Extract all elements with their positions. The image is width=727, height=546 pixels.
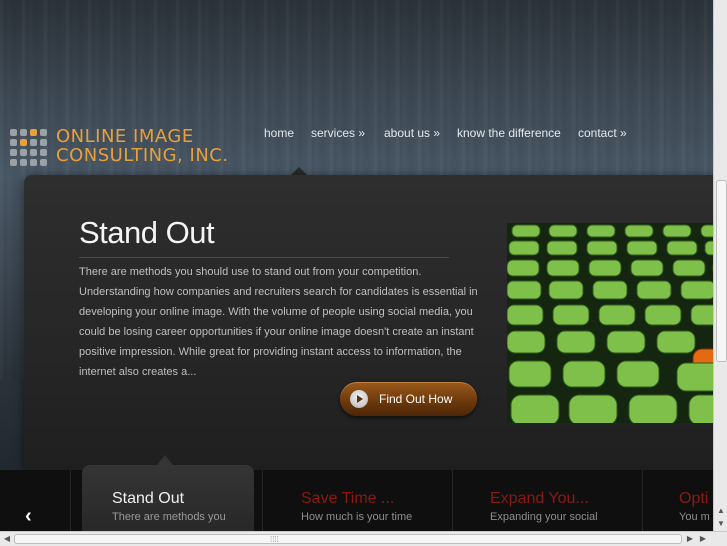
logo-line-2: CONSULTING, INC. — [56, 145, 229, 166]
scroll-left-icon[interactable]: ◀ — [1, 533, 13, 545]
stadium-seats-illustration — [507, 223, 727, 423]
play-icon — [350, 390, 368, 408]
slider-tab-text: Expanding your social — [490, 511, 598, 523]
nav-home[interactable]: home — [264, 126, 294, 140]
title-divider — [79, 257, 449, 258]
dot-grid-logo-icon — [10, 129, 48, 167]
slider-tab-text: How much is your time — [301, 511, 413, 523]
horizontal-scroll-thumb[interactable] — [14, 534, 682, 544]
feature-body: There are methods you should use to stan… — [79, 266, 478, 378]
find-out-how-button[interactable]: Find Out How — [340, 382, 477, 416]
vertical-scrollbar[interactable]: ▲ ▼ — [713, 0, 727, 531]
slider-tab-text: There are methods you — [112, 511, 226, 523]
nav-services[interactable]: services » — [311, 126, 365, 140]
slider-tab-text: You m — [679, 511, 710, 523]
find-out-how-label: Find Out How — [379, 392, 453, 406]
nav-know-the-difference[interactable]: know the difference — [457, 126, 561, 140]
slider-prev-cell — [0, 470, 70, 532]
logo-text: ONLINE IMAGE CONSULTING, INC. — [56, 127, 229, 165]
nav-contact[interactable]: contact » — [578, 126, 627, 140]
feature-panel: Stand Out There are methods you should u… — [24, 175, 727, 470]
active-tab-pointer — [157, 455, 173, 465]
logo-line-1: ONLINE IMAGE — [56, 126, 194, 147]
slider-tab-title[interactable]: Stand Out — [112, 490, 184, 508]
scroll-right-icon[interactable]: ▶ — [684, 533, 696, 545]
scroll-down-icon[interactable]: ▼ — [715, 518, 727, 530]
nav-about-us[interactable]: about us » — [384, 126, 440, 140]
horizontal-scrollbar[interactable]: ◀ ⁞⁞⁞⁞ ▶ ▶ — [0, 531, 727, 546]
chevron-left-icon[interactable]: ‹ — [25, 505, 32, 528]
slider-tab-title[interactable]: Save Time ... — [301, 490, 394, 508]
scroll-grip-icon: ⁞⁞⁞⁞ — [270, 535, 279, 544]
feature-title: Stand Out — [79, 215, 215, 250]
slider-tab-title[interactable]: Expand You... — [490, 490, 589, 508]
site-logo[interactable]: ONLINE IMAGE CONSULTING, INC. — [10, 127, 250, 167]
scroll-right-end-icon[interactable]: ▶ — [697, 533, 709, 545]
stadium-seats-image — [507, 223, 727, 423]
vertical-scroll-thumb[interactable] — [716, 180, 727, 362]
scroll-up-icon[interactable]: ▲ — [715, 505, 727, 517]
slider-tab-title[interactable]: Opti — [679, 490, 708, 508]
